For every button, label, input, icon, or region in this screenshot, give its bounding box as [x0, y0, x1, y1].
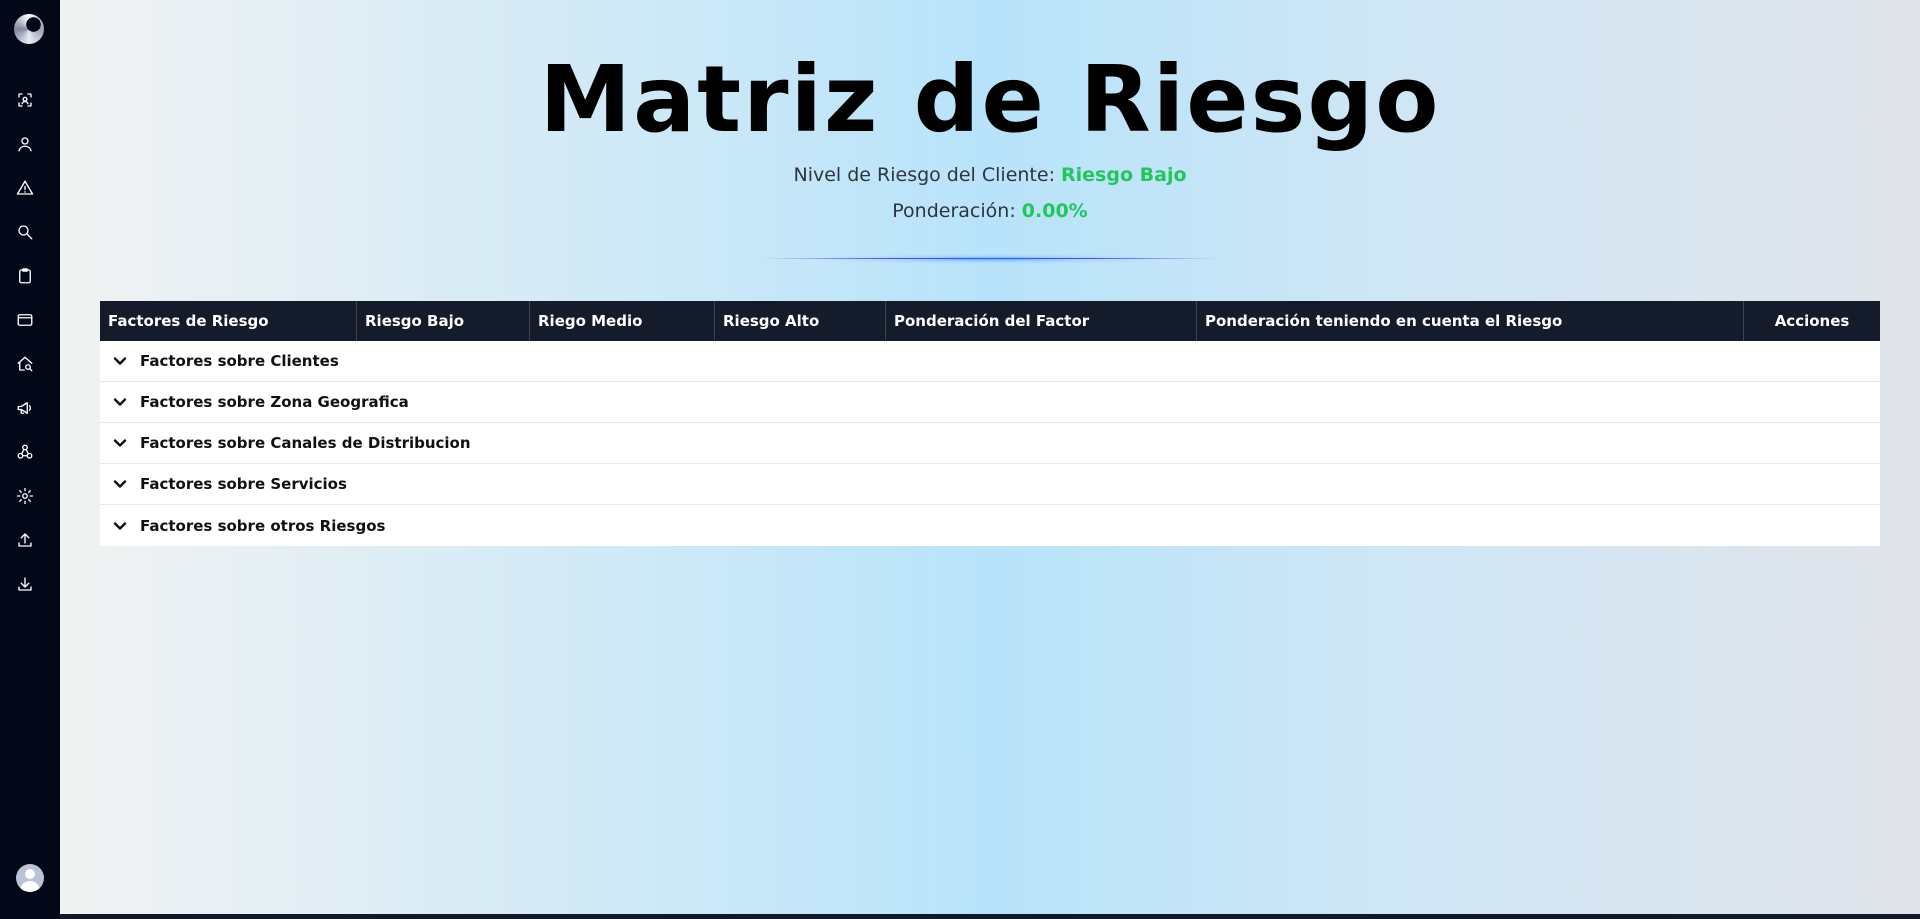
group-label: Factores sobre Zona Geografica — [140, 393, 409, 411]
bottom-bar — [60, 914, 1920, 919]
risk-level-label: Nivel de Riesgo del Cliente: — [793, 164, 1055, 186]
warning-icon[interactable] — [15, 178, 35, 198]
column-header: Ponderación teniendo en cuenta el Riesgo — [1197, 301, 1744, 341]
weighting-value: 0.00% — [1021, 200, 1088, 222]
column-header: Acciones — [1774, 312, 1850, 330]
risk-level-line: Nivel de Riesgo del Cliente: Riesgo Bajo — [60, 164, 1920, 186]
main-content: Matriz de Riesgo Nivel de Riesgo del Cli… — [60, 0, 1920, 914]
column-header: Factores de Riesgo — [100, 301, 357, 341]
weighting-line: Ponderación: 0.00% — [60, 200, 1920, 222]
chevron-down-icon[interactable] — [112, 394, 128, 410]
table-row-group[interactable]: Factores sobre Clientes — [100, 341, 1880, 382]
clipboard-icon[interactable] — [15, 266, 35, 286]
avatar[interactable] — [16, 864, 44, 892]
weighting-label: Ponderación: — [892, 200, 1016, 222]
chevron-down-icon[interactable] — [112, 353, 128, 369]
chevron-down-icon[interactable] — [112, 435, 128, 451]
user-icon[interactable] — [15, 134, 35, 154]
download-icon[interactable] — [15, 574, 35, 594]
table-row-group[interactable]: Factores sobre Servicios — [100, 464, 1880, 505]
upload-icon[interactable] — [15, 530, 35, 550]
column-header: Riego Medio — [530, 301, 715, 341]
table-row-group[interactable]: Factores sobre Zona Geografica — [100, 382, 1880, 423]
network-icon[interactable] — [15, 442, 35, 462]
risk-level-value: Riesgo Bajo — [1061, 164, 1187, 186]
table-row-group[interactable]: Factores sobre otros Riesgos — [100, 505, 1880, 546]
table-header: Factores de Riesgo Riesgo Bajo Riego Med… — [100, 301, 1880, 341]
divider — [760, 258, 1220, 259]
search-icon[interactable] — [15, 222, 35, 242]
group-label: Factores sobre Servicios — [140, 475, 347, 493]
app-logo[interactable] — [14, 14, 44, 44]
table-row-group[interactable]: Factores sobre Canales de Distribucion — [100, 423, 1880, 464]
group-label: Factores sobre otros Riesgos — [140, 516, 386, 535]
risk-matrix-table: Factores de Riesgo Riesgo Bajo Riego Med… — [100, 301, 1880, 546]
group-label: Factores sobre Clientes — [140, 352, 339, 370]
face-scan-icon[interactable] — [15, 90, 35, 110]
megaphone-icon[interactable] — [15, 398, 35, 418]
column-header: Riesgo Alto — [715, 301, 886, 341]
home-search-icon[interactable] — [15, 354, 35, 374]
card-icon[interactable] — [15, 310, 35, 330]
chevron-down-icon[interactable] — [112, 476, 128, 492]
column-header: Riesgo Bajo — [357, 301, 530, 341]
column-header: Ponderación del Factor — [886, 301, 1197, 341]
page-title: Matriz de Riesgo — [539, 46, 1441, 153]
group-label: Factores sobre Canales de Distribucion — [140, 434, 471, 452]
sidebar — [0, 0, 60, 919]
gear-icon[interactable] — [15, 486, 35, 506]
divider-glow — [750, 252, 1230, 266]
chevron-down-icon[interactable] — [112, 518, 128, 534]
